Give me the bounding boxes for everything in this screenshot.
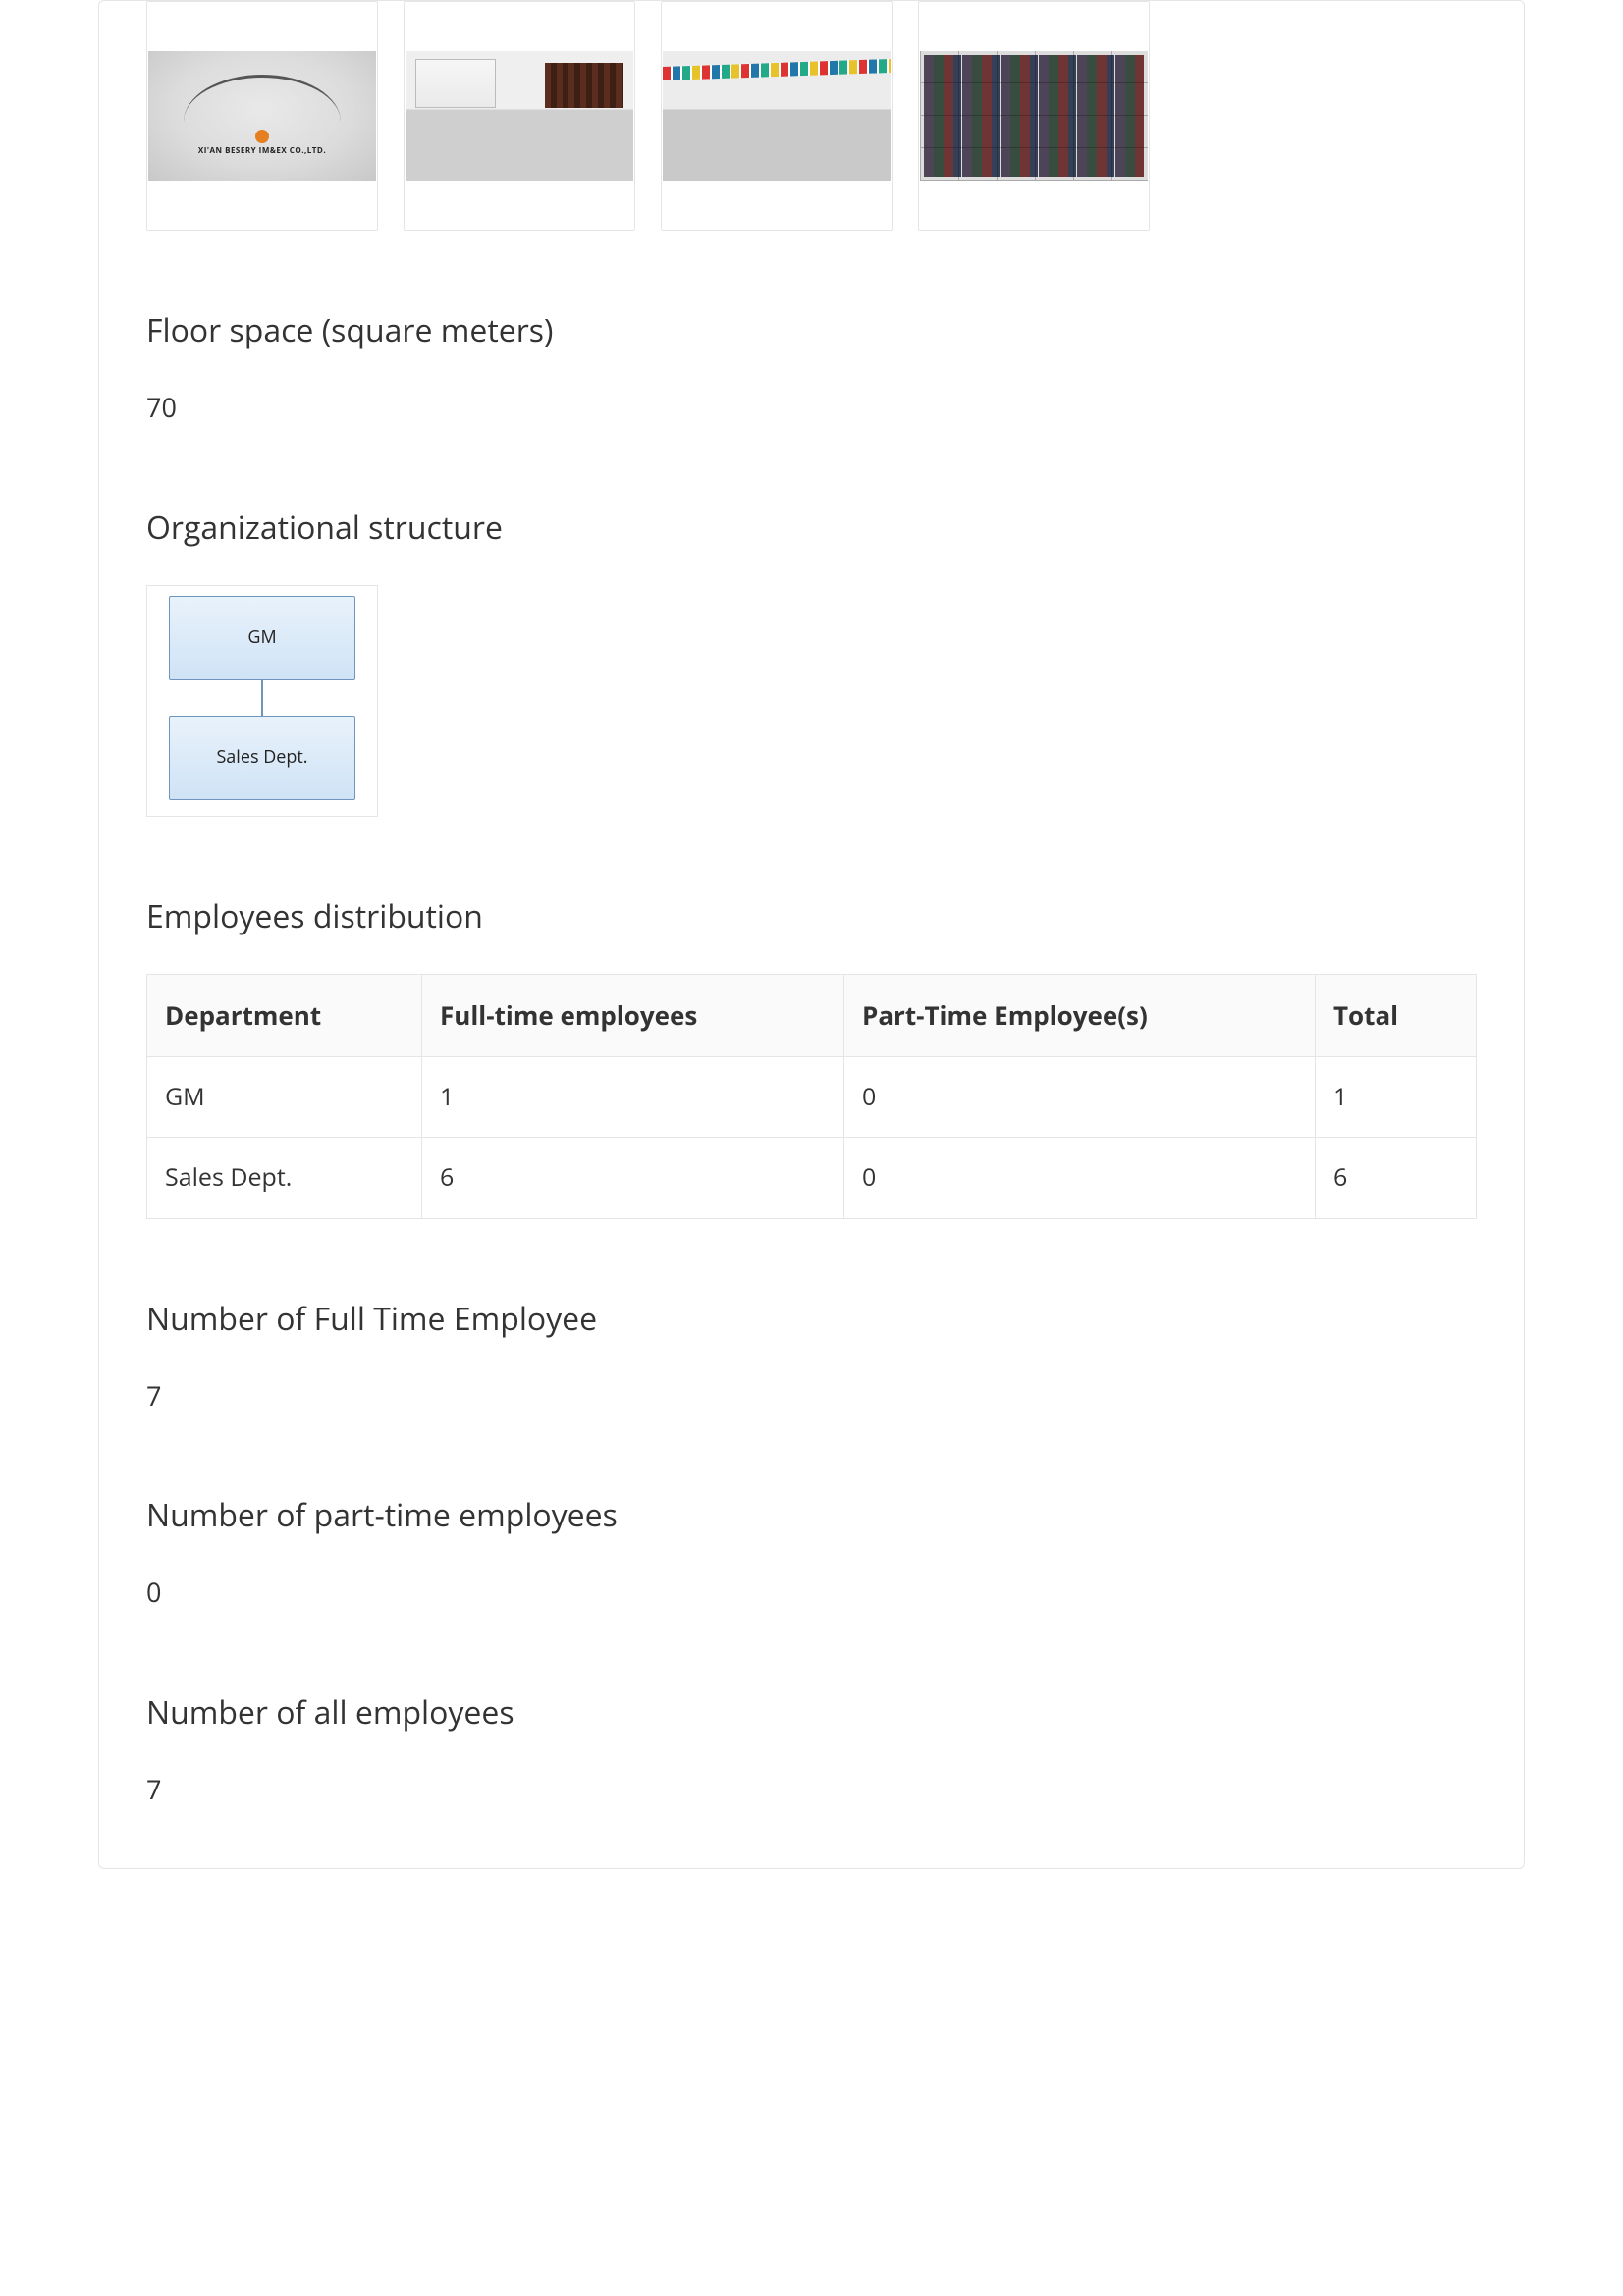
office-photo <box>406 51 633 181</box>
cell-part-time: 0 <box>844 1056 1316 1138</box>
part-time-total-value: 0 <box>146 1573 1477 1613</box>
photo-placeholder <box>920 51 1148 181</box>
meeting-photo <box>663 51 891 181</box>
th-full-time: Full-time employees <box>422 974 844 1056</box>
table-header-row: Department Full-time employees Part-Time… <box>147 974 1477 1056</box>
thumbnail[interactable] <box>661 1 893 231</box>
photo-placeholder: XI'AN BESERY IM&EX CO.,LTD. <box>148 51 376 181</box>
org-connector-line <box>261 680 263 716</box>
th-part-time: Part-Time Employee(s) <box>844 974 1316 1056</box>
sign-caption: XI'AN BESERY IM&EX CO.,LTD. <box>198 145 326 157</box>
all-employees-value: 7 <box>146 1770 1477 1810</box>
thumbnail[interactable]: XI'AN BESERY IM&EX CO.,LTD. <box>146 1 378 231</box>
photo-placeholder <box>663 51 891 181</box>
org-structure-heading: Organizational structure <box>146 505 1477 552</box>
thumbnail[interactable] <box>404 1 635 231</box>
full-time-total-value: 7 <box>146 1376 1477 1416</box>
floor-space-heading: Floor space (square meters) <box>146 307 1477 354</box>
page: XI'AN BESERY IM&EX CO.,LTD. F <box>0 0 1623 2296</box>
cell-full-time: 6 <box>422 1138 844 1219</box>
cell-department: Sales Dept. <box>147 1138 422 1219</box>
cell-total: 1 <box>1316 1056 1477 1138</box>
floor-space-value: 70 <box>146 388 1477 428</box>
cell-part-time: 0 <box>844 1138 1316 1219</box>
photo-placeholder <box>406 51 633 181</box>
all-employees-heading: Number of all employees <box>146 1689 1477 1736</box>
sign-arc <box>184 75 341 124</box>
content-card: XI'AN BESERY IM&EX CO.,LTD. F <box>98 0 1525 1869</box>
th-department: Department <box>147 974 422 1056</box>
part-time-total-heading: Number of part-time employees <box>146 1492 1477 1539</box>
thumbnail[interactable] <box>918 1 1150 231</box>
org-chart[interactable]: GM Sales Dept. <box>146 585 378 817</box>
thumbnail-row: XI'AN BESERY IM&EX CO.,LTD. <box>146 1 1477 231</box>
employees-distribution-table: Department Full-time employees Part-Time… <box>146 974 1477 1219</box>
books-icon <box>924 55 1144 177</box>
company-sign-photo: XI'AN BESERY IM&EX CO.,LTD. <box>148 51 376 181</box>
org-box-sales: Sales Dept. <box>169 716 355 800</box>
full-time-total-heading: Number of Full Time Employee <box>146 1296 1477 1343</box>
sign-logo-icon <box>255 130 269 143</box>
cell-department: GM <box>147 1056 422 1138</box>
table-row: Sales Dept. 6 0 6 <box>147 1138 1477 1219</box>
org-box-gm: GM <box>169 596 355 680</box>
cell-total: 6 <box>1316 1138 1477 1219</box>
table-row: GM 1 0 1 <box>147 1056 1477 1138</box>
th-total: Total <box>1316 974 1477 1056</box>
bookshelf-photo <box>920 51 1148 181</box>
cell-full-time: 1 <box>422 1056 844 1138</box>
employees-distribution-heading: Employees distribution <box>146 893 1477 940</box>
